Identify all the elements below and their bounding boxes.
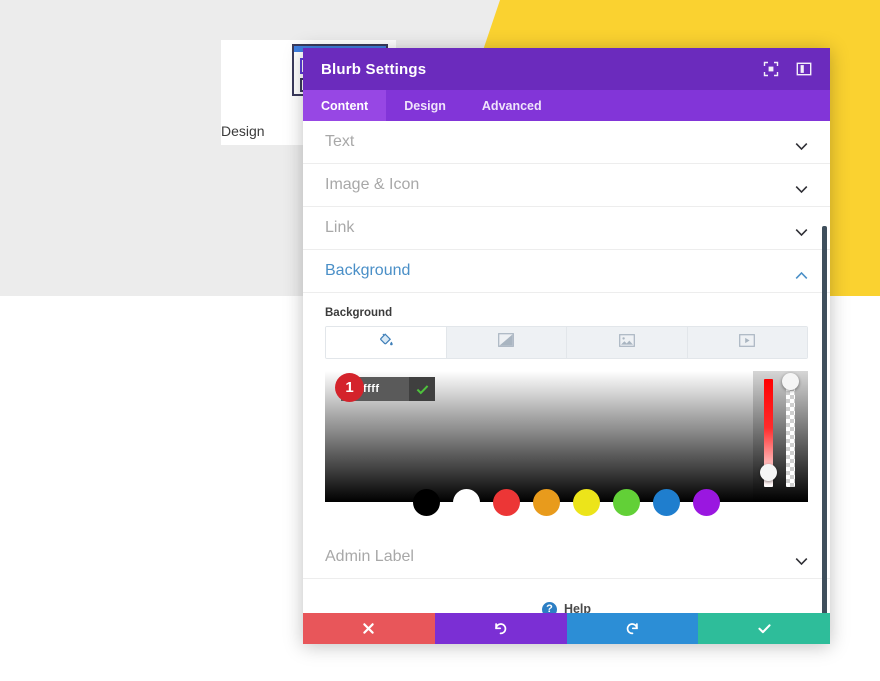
hex-confirm-button[interactable] bbox=[409, 377, 435, 401]
background-field-label: Background bbox=[325, 307, 393, 319]
help-row[interactable]: ? Help bbox=[303, 579, 830, 613]
alpha-slider-track[interactable] bbox=[786, 379, 795, 487]
swatch-blue[interactable] bbox=[653, 489, 680, 516]
background-image-tab[interactable] bbox=[567, 327, 688, 358]
background-settings-panel: Background 1 #ffffff bbox=[303, 293, 830, 516]
color-swatch-list bbox=[325, 489, 808, 516]
chevron-down-icon bbox=[795, 138, 808, 150]
cancel-button[interactable] bbox=[303, 613, 435, 644]
image-icon bbox=[618, 333, 635, 352]
chevron-up-icon bbox=[795, 267, 808, 279]
tab-advanced[interactable]: Advanced bbox=[464, 90, 560, 121]
modal-title: Blurb Settings bbox=[321, 60, 427, 78]
background-video-tab[interactable] bbox=[687, 327, 807, 358]
section-text-label: Text bbox=[325, 133, 355, 150]
swatch-white[interactable] bbox=[453, 489, 480, 516]
background-color-tab[interactable] bbox=[326, 327, 447, 358]
modal-header: Blurb Settings bbox=[303, 48, 830, 90]
paint-bucket-icon bbox=[378, 332, 394, 353]
chevron-down-icon bbox=[795, 181, 808, 193]
save-button[interactable] bbox=[698, 613, 830, 644]
modal-tabbar: Content Design Advanced bbox=[303, 90, 830, 121]
saturation-value-area[interactable]: 1 bbox=[325, 371, 753, 502]
section-admin-label[interactable]: Admin Label bbox=[303, 536, 830, 579]
fullscreen-icon[interactable] bbox=[763, 61, 779, 77]
color-picker: 1 bbox=[325, 371, 808, 516]
background-type-tabs bbox=[325, 326, 808, 359]
swatch-black[interactable] bbox=[413, 489, 440, 516]
screenshot-root: Design Blurb Settings Content Design Adv… bbox=[0, 0, 880, 681]
color-sliders bbox=[753, 371, 808, 502]
section-link[interactable]: Link bbox=[303, 207, 830, 250]
help-label: Help bbox=[563, 602, 592, 613]
undo-button[interactable] bbox=[434, 613, 567, 644]
panel-layout-icon[interactable] bbox=[796, 61, 812, 77]
chevron-down-icon bbox=[795, 553, 808, 565]
hue-slider-handle[interactable] bbox=[760, 464, 777, 481]
swatch-yellow[interactable] bbox=[573, 489, 600, 516]
section-image-icon-label: Image & Icon bbox=[325, 176, 420, 193]
section-text[interactable]: Text bbox=[303, 121, 830, 164]
tab-design[interactable]: Design bbox=[386, 90, 464, 121]
background-gradient-tab[interactable] bbox=[446, 327, 567, 358]
tab-content[interactable]: Content bbox=[303, 90, 387, 121]
swatch-red[interactable] bbox=[493, 489, 520, 516]
chevron-down-icon bbox=[795, 224, 808, 236]
redo-button[interactable] bbox=[566, 613, 699, 644]
swatch-green[interactable] bbox=[613, 489, 640, 516]
swatch-orange[interactable] bbox=[533, 489, 560, 516]
modal-body: Text Image & Icon Link Background Backgr… bbox=[303, 121, 830, 613]
section-admin-label-text: Admin Label bbox=[325, 548, 414, 565]
blurb-settings-modal: Blurb Settings Content Design Advanced T… bbox=[303, 48, 830, 644]
modal-footer bbox=[303, 613, 830, 644]
video-icon bbox=[739, 333, 756, 352]
section-background-label: Background bbox=[325, 262, 411, 279]
alpha-slider-handle[interactable] bbox=[782, 373, 799, 390]
section-image-icon[interactable]: Image & Icon bbox=[303, 164, 830, 207]
question-mark-icon: ? bbox=[541, 601, 557, 613]
section-link-label: Link bbox=[325, 219, 355, 236]
swatch-purple[interactable] bbox=[693, 489, 720, 516]
modal-header-actions bbox=[763, 61, 812, 77]
gradient-icon bbox=[498, 333, 515, 352]
annotation-badge-1: 1 bbox=[335, 373, 364, 402]
modal-scrollbar[interactable] bbox=[822, 226, 827, 613]
section-background[interactable]: Background bbox=[303, 250, 830, 293]
